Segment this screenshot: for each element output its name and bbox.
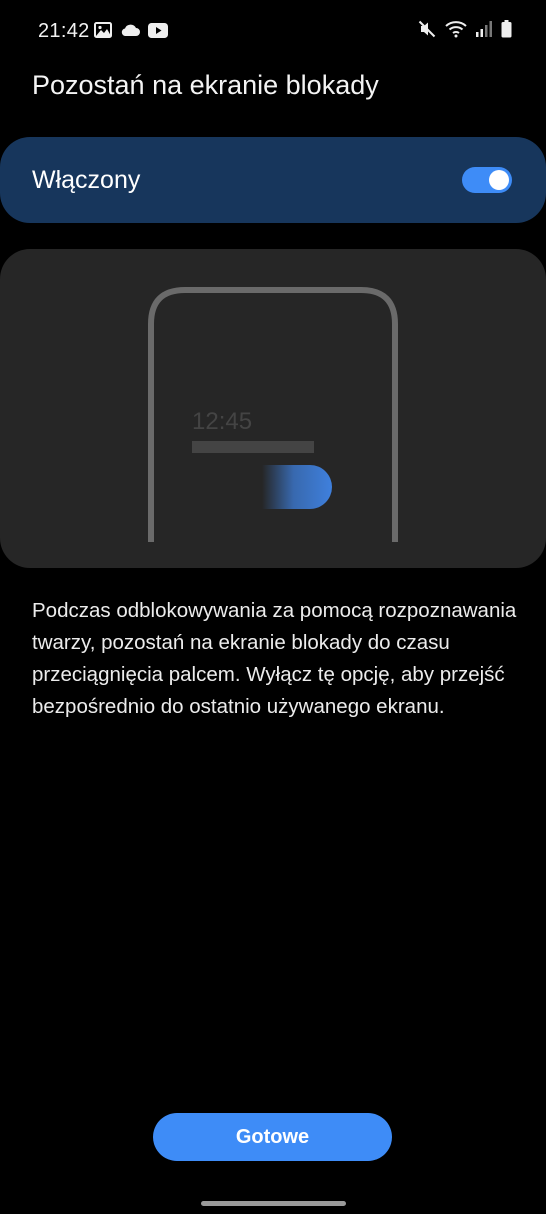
master-switch-bar[interactable]: Włączony bbox=[0, 137, 546, 223]
mute-icon bbox=[418, 20, 436, 43]
youtube-icon bbox=[148, 22, 168, 43]
done-button[interactable]: Gotowe bbox=[153, 1113, 392, 1161]
phone-illustration: 12:45 bbox=[148, 287, 398, 542]
master-toggle[interactable] bbox=[462, 167, 512, 193]
lock-screen-illustration: 12:45 bbox=[0, 249, 546, 568]
cloud-icon bbox=[120, 23, 140, 42]
illustration-clock: 12:45 bbox=[192, 408, 252, 435]
wifi-icon bbox=[445, 20, 467, 43]
page-title: Pozostań na ekranie blokady bbox=[32, 70, 379, 100]
status-bar: 21:42 bbox=[0, 0, 546, 64]
swipe-indicator bbox=[262, 465, 332, 509]
toggle-knob bbox=[489, 170, 509, 190]
status-time: 21:42 bbox=[38, 20, 90, 42]
status-icons-left bbox=[94, 22, 168, 43]
battery-icon bbox=[501, 20, 512, 43]
home-indicator[interactable] bbox=[201, 1201, 346, 1206]
image-icon bbox=[94, 22, 112, 43]
status-icons-right bbox=[418, 20, 512, 43]
illustration-bar bbox=[192, 441, 314, 453]
signal-icon bbox=[476, 21, 492, 42]
switch-label: Włączony bbox=[32, 166, 141, 194]
description-text: Podczas odblokowywania za pomocą rozpozn… bbox=[32, 599, 517, 718]
